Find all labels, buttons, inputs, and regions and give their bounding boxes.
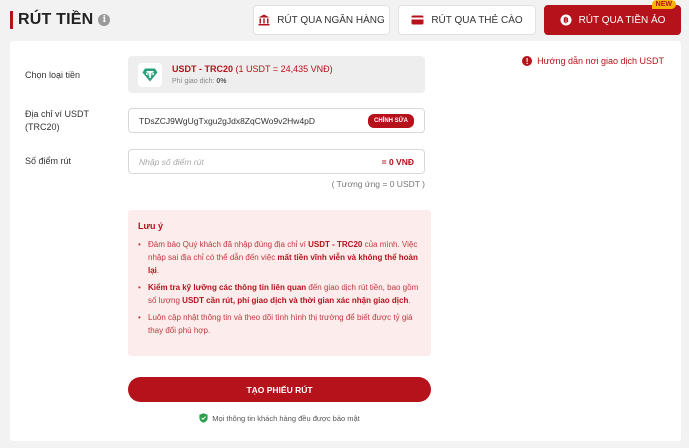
tab-crypto-withdraw[interactable]: NEW ฿ RÚT QUA TIỀN ẢO	[544, 0, 681, 35]
fee-label: Phí giao dịch:	[172, 78, 215, 85]
shield-check-icon	[199, 413, 208, 423]
tab-crypto-label: RÚT QUA TIỀN ẢO	[578, 14, 666, 26]
points-input[interactable]	[139, 156, 319, 167]
notice-list: Đảm bảo Quý khách đã nhập đúng địa chỉ v…	[138, 238, 421, 337]
page-title-bar: RÚT TIỀN i	[10, 10, 111, 30]
transaction-fee: Phí giao dịch: 0%	[172, 78, 333, 85]
usdt-guide-label: Hướng dẫn nơi giao dịch USDT	[537, 56, 664, 66]
withdraw-method-tabs: RÚT QUA NGÂN HÀNG RÚT QUA THẺ CÀO NEW ฿ …	[253, 0, 681, 35]
svg-text:฿: ฿	[563, 16, 569, 25]
wallet-address-value: TDsZCJ9WgUgTxgu2gJdx8ZqCWo9v2Hw4pD	[139, 115, 316, 126]
bitcoin-icon: ฿	[560, 14, 572, 26]
notice-item: Luôn cập nhật thông tin và theo dõi tình…	[138, 311, 421, 337]
alert-icon: !	[522, 56, 533, 66]
page-title: RÚT TIỀN	[18, 11, 94, 28]
new-badge: NEW	[651, 0, 676, 9]
notice-item: Kiểm tra kỹ lưỡng các thông tin liên qua…	[138, 281, 421, 307]
usdt-icon	[138, 62, 162, 87]
fee-value: 0%	[216, 78, 227, 85]
points-field: = 0 VNĐ	[128, 149, 425, 174]
coin-name: USDT - TRC20	[172, 64, 234, 74]
notice-box: Lưu ý Đảm bảo Quý khách đã nhập đúng địa…	[128, 210, 431, 356]
coin-rate: (1 USDT = 24,435 VNĐ)	[235, 64, 333, 74]
security-text: Mọi thông tin khách hàng đều được bảo mậ…	[212, 413, 360, 423]
tab-card-withdraw[interactable]: RÚT QUA THẺ CÀO	[398, 5, 536, 35]
tab-bank-withdraw[interactable]: RÚT QUA NGÂN HÀNG	[253, 5, 390, 35]
create-withdraw-button[interactable]: TẠO PHIẾU RÚT	[128, 377, 431, 402]
info-icon[interactable]: i	[98, 14, 111, 26]
points-vnd-value: = 0 VNĐ	[381, 156, 414, 167]
coin-type-label: Chọn loại tiền	[25, 70, 81, 80]
title-accent-bar	[10, 11, 13, 29]
usdt-guide-link[interactable]: ! Hướng dẫn nơi giao dịch USDT	[522, 56, 664, 66]
tab-bank-label: RÚT QUA NGÂN HÀNG	[277, 14, 385, 26]
wallet-address-field: TDsZCJ9WgUgTxgu2gJdx8ZqCWo9v2Hw4pD CHỈNH…	[128, 108, 425, 133]
coin-type-value: USDT - TRC20 (1 USDT = 24,435 VNĐ)	[172, 64, 333, 74]
card-icon	[411, 15, 424, 25]
wallet-address-label: Địa chỉ ví USDT (TRC20)	[25, 109, 89, 132]
bank-icon	[258, 14, 270, 26]
usdt-equivalent: ( Tương ứng = 0 USDT )	[331, 179, 425, 189]
security-note: Mọi thông tin khách hàng đều được bảo mậ…	[128, 413, 431, 423]
coin-type-select[interactable]: USDT - TRC20 (1 USDT = 24,435 VNĐ) Phí g…	[128, 56, 425, 93]
notice-title: Lưu ý	[138, 221, 164, 231]
notice-item: Đảm bảo Quý khách đã nhập đúng địa chỉ v…	[138, 238, 421, 277]
tab-card-label: RÚT QUA THẺ CÀO	[431, 14, 523, 26]
points-label: Số điểm rút	[25, 156, 72, 166]
edit-wallet-button[interactable]: CHỈNH SỬA	[368, 113, 414, 128]
withdraw-form-card: ! Hướng dẫn nơi giao dịch USDT Chọn loại…	[10, 41, 681, 441]
coin-type-info: USDT - TRC20 (1 USDT = 24,435 VNĐ) Phí g…	[172, 64, 333, 85]
